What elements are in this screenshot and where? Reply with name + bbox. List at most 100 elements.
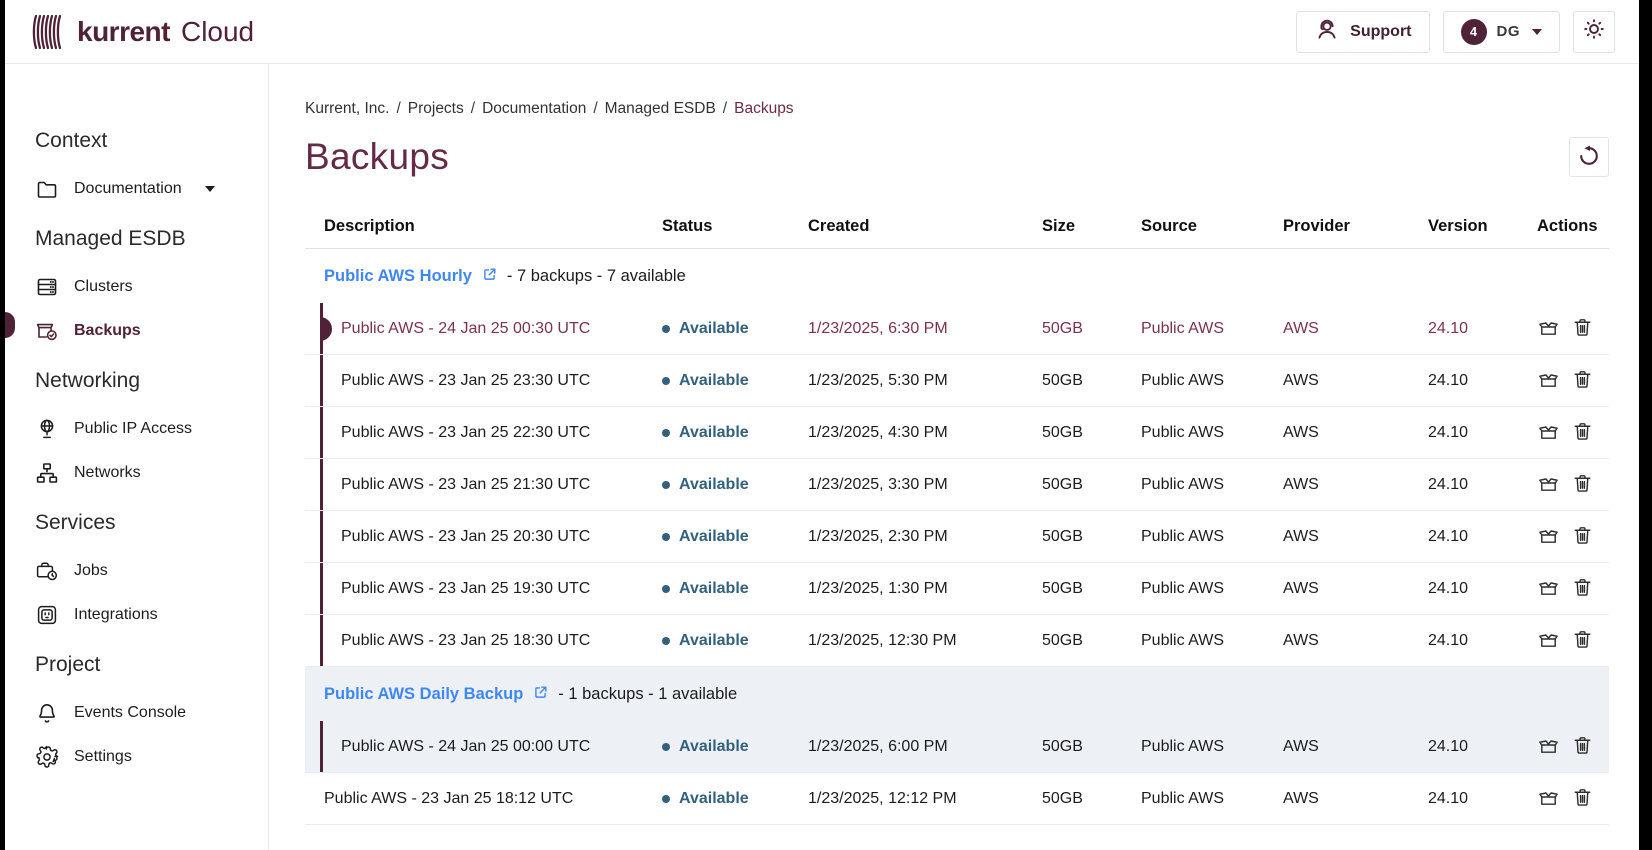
restore-backup-button[interactable] xyxy=(1537,576,1560,602)
backup-group-link[interactable]: Public AWS Daily Backup xyxy=(324,685,523,704)
table-row[interactable]: Public AWS - 23 Jan 25 21:30 UTCAvailabl… xyxy=(305,459,1609,511)
table-row[interactable]: Public AWS - 23 Jan 25 19:30 UTC Availabl… xyxy=(305,563,1609,615)
cell-actions xyxy=(1537,316,1609,342)
table-row[interactable]: Public AWS - 23 Jan 25 18:30 UTCAvailabl… xyxy=(305,615,1609,667)
delete-backup-button[interactable] xyxy=(1571,786,1594,812)
restore-backup-button[interactable] xyxy=(1537,524,1560,550)
cell-size: 50GB xyxy=(1042,632,1141,650)
cell-size: 50GB xyxy=(1042,320,1141,338)
cell-source: Public AWS xyxy=(1141,580,1283,598)
backup-box-icon xyxy=(35,319,59,343)
group-indicator-bar xyxy=(320,459,323,510)
delete-backup-button[interactable] xyxy=(1571,472,1594,498)
table-row[interactable]: Public AWS - 23 Jan 25 22:30 UTCAvailabl… xyxy=(305,407,1609,459)
trash-icon xyxy=(1571,576,1594,602)
refresh-button[interactable] xyxy=(1569,137,1609,177)
sidebar-item-label: Events Console xyxy=(74,704,186,722)
sidebar-item-clusters[interactable]: Clusters xyxy=(35,274,258,300)
open-box-icon xyxy=(1537,368,1560,394)
sidebar-item-label: Public IP Access xyxy=(74,420,192,438)
breadcrumb-item[interactable]: Kurrent, Inc. xyxy=(305,100,389,117)
table-row[interactable]: Public AWS - 24 Jan 25 00:00 UTCAvailabl… xyxy=(305,721,1609,773)
brand-logo[interactable]: kurrent Cloud xyxy=(31,12,254,52)
trash-icon xyxy=(1571,316,1594,342)
table-row[interactable]: Public AWS - 24 Jan 25 00:30 UTCAvailabl… xyxy=(305,303,1609,355)
cell-actions xyxy=(1537,420,1609,446)
delete-backup-button[interactable] xyxy=(1571,576,1594,602)
theme-toggle-button[interactable] xyxy=(1573,11,1615,53)
status-dot xyxy=(662,585,670,593)
cell-version: 24.10 xyxy=(1428,790,1537,808)
cell-provider: AWS xyxy=(1283,320,1428,338)
open-box-icon xyxy=(1537,524,1560,550)
sidebar-item-documentation[interactable]: Documentation xyxy=(35,176,258,202)
title-row: Backups xyxy=(305,134,1609,180)
sidebar-item-label: Integrations xyxy=(74,606,158,624)
delete-backup-button[interactable] xyxy=(1571,524,1594,550)
cell-version: 24.10 xyxy=(1428,476,1537,494)
breadcrumb-item[interactable]: Documentation xyxy=(482,100,586,117)
sidebar-section-title: Context xyxy=(35,128,258,154)
status-label: Available xyxy=(679,790,749,808)
breadcrumb-item[interactable]: Projects xyxy=(408,100,464,117)
backup-group-link[interactable]: Public AWS Hourly xyxy=(324,267,472,286)
sidebar-item-networks[interactable]: Networks xyxy=(35,460,258,486)
restore-backup-button[interactable] xyxy=(1537,734,1560,760)
sidebar-section-title: Managed ESDB xyxy=(35,226,258,252)
sun-icon xyxy=(1582,17,1606,46)
sidebar-item-backups[interactable]: Backups xyxy=(35,318,258,344)
cell-size: 50GB xyxy=(1042,580,1141,598)
cell-actions xyxy=(1537,472,1609,498)
cell-status: Available xyxy=(662,320,808,338)
cell-status: Available xyxy=(662,738,808,756)
breadcrumb-item[interactable]: Managed ESDB xyxy=(605,100,716,117)
cell-description: Public AWS - 23 Jan 25 18:30 UTC xyxy=(305,632,662,650)
delete-backup-button[interactable] xyxy=(1571,420,1594,446)
status-label: Available xyxy=(679,580,749,598)
cell-created: 1/23/2025, 5:30 PM xyxy=(808,372,1042,390)
cell-created: 1/23/2025, 12:30 PM xyxy=(808,632,1042,650)
backup-group: Public AWS Daily Backup- 1 backups - 1 a… xyxy=(305,667,1609,773)
restore-backup-button[interactable] xyxy=(1537,316,1560,342)
open-box-icon xyxy=(1537,628,1560,654)
kurrent-waves-icon xyxy=(31,12,67,52)
table-row[interactable]: Public AWS - 23 Jan 25 20:30 UTCAvailabl… xyxy=(305,511,1609,563)
support-label: Support xyxy=(1350,23,1411,41)
restore-backup-button[interactable] xyxy=(1537,786,1560,812)
globe-icon xyxy=(35,417,59,441)
column-header-status: Status xyxy=(662,217,808,236)
support-headset-icon xyxy=(1314,16,1340,47)
sidebar-item-jobs[interactable]: Jobs xyxy=(35,558,258,584)
restore-backup-button[interactable] xyxy=(1537,472,1560,498)
sidebar-section-title: Networking xyxy=(35,368,258,394)
cell-version: 24.10 xyxy=(1428,372,1537,390)
cell-source: Public AWS xyxy=(1141,372,1283,390)
sidebar-item-label: Jobs xyxy=(74,562,108,580)
delete-backup-button[interactable] xyxy=(1571,734,1594,760)
cell-source: Public AWS xyxy=(1141,738,1283,756)
chevron-down-icon xyxy=(205,186,215,192)
status-label: Available xyxy=(679,424,749,442)
delete-backup-button[interactable] xyxy=(1571,368,1594,394)
user-menu-button[interactable]: 4 DG xyxy=(1443,11,1561,53)
sidebar-item-public-ip-access[interactable]: Public IP Access xyxy=(35,416,258,442)
restore-backup-button[interactable] xyxy=(1537,420,1560,446)
restore-backup-button[interactable] xyxy=(1537,628,1560,654)
sidebar-item-events-console[interactable]: Events Console xyxy=(35,700,258,726)
group-header-row: Public AWS Daily Backup- 1 backups - 1 a… xyxy=(305,667,1609,721)
cell-source: Public AWS xyxy=(1141,424,1283,442)
sidebar-item-integrations[interactable]: Integrations xyxy=(35,602,258,628)
sidebar-item-settings[interactable]: Settings xyxy=(35,744,258,770)
sidebar-section-project: Project Events Console xyxy=(35,652,258,770)
sidebar-section-title: Project xyxy=(35,652,258,678)
support-button[interactable]: Support xyxy=(1296,11,1429,53)
breadcrumb: Kurrent, Inc./Projects/Documentation/Man… xyxy=(305,100,1609,118)
delete-backup-button[interactable] xyxy=(1571,628,1594,654)
table-row[interactable]: Public AWS - 23 Jan 25 18:12 UTCAvailabl… xyxy=(305,773,1609,825)
group-header-row: Public AWS Hourly- 7 backups - 7 availab… xyxy=(305,249,1609,303)
restore-backup-button[interactable] xyxy=(1537,368,1560,394)
delete-backup-button[interactable] xyxy=(1571,316,1594,342)
table-row[interactable]: Public AWS - 23 Jan 25 23:30 UTCAvailabl… xyxy=(305,355,1609,407)
cell-description: Public AWS - 23 Jan 25 19:30 UTC xyxy=(305,580,662,598)
status-label: Available xyxy=(679,476,749,494)
